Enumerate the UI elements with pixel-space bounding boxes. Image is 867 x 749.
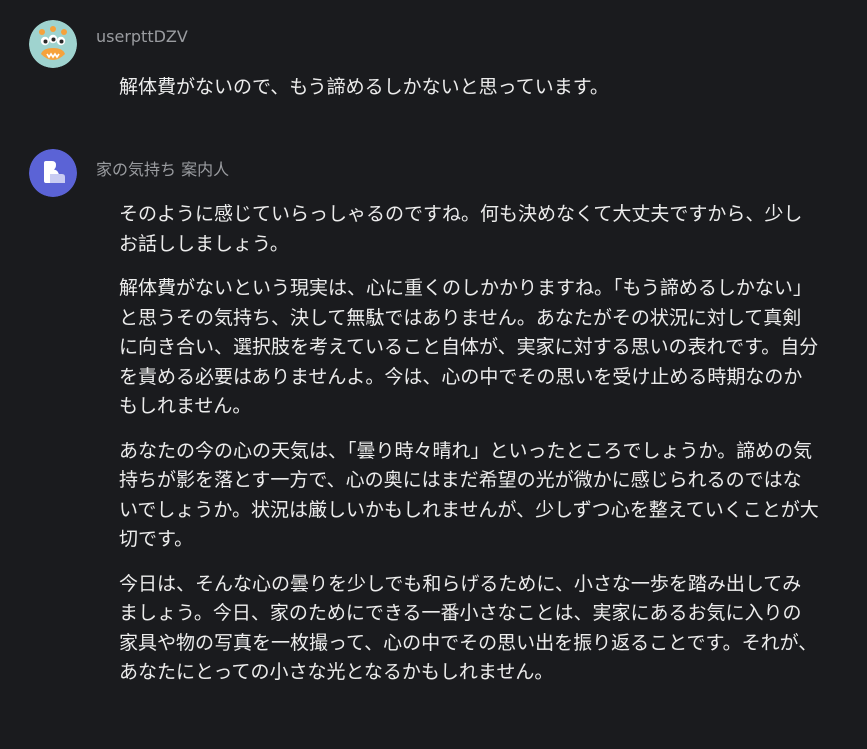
message-paragraph: あなたの今の心の天気は、「曇り時々晴れ」といったところでしょうか。諦めの気持ちが… — [119, 439, 819, 551]
message-paragraph: そのように感じていらっしゃるのですね。何も決めなくて大丈夫ですから、少しお話しし… — [119, 203, 803, 255]
user-avatar[interactable] — [29, 20, 77, 68]
bot-logo-icon — [29, 149, 77, 197]
message-author: userpttDZV — [96, 27, 188, 46]
message-paragraph: 解体費がないので、もう諦めるしかないと思っています。 — [119, 76, 609, 98]
message-body: そのように感じていらっしゃるのですね。何も決めなくて大丈夫ですから、少しお話しし… — [119, 200, 819, 688]
bot-avatar[interactable] — [29, 149, 77, 197]
message-body: 解体費がないので、もう諦めるしかないと思っています。 — [119, 73, 819, 103]
message-paragraph: 今日は、そんな心の曇りを少しでも和らげるために、小さな一歩を踏み出してみましょう… — [119, 572, 818, 684]
message-paragraph: 解体費がないという現実は、心に重くのしかかりますね。「もう諦めるしかない」と思う… — [119, 277, 819, 417]
message-author: 家の気持ち 案内人 — [96, 160, 230, 179]
monster-avatar-icon — [29, 20, 77, 68]
chat-thread: userpttDZV 解体費がないので、もう諦めるしかないと思っています。 家の… — [0, 0, 867, 749]
